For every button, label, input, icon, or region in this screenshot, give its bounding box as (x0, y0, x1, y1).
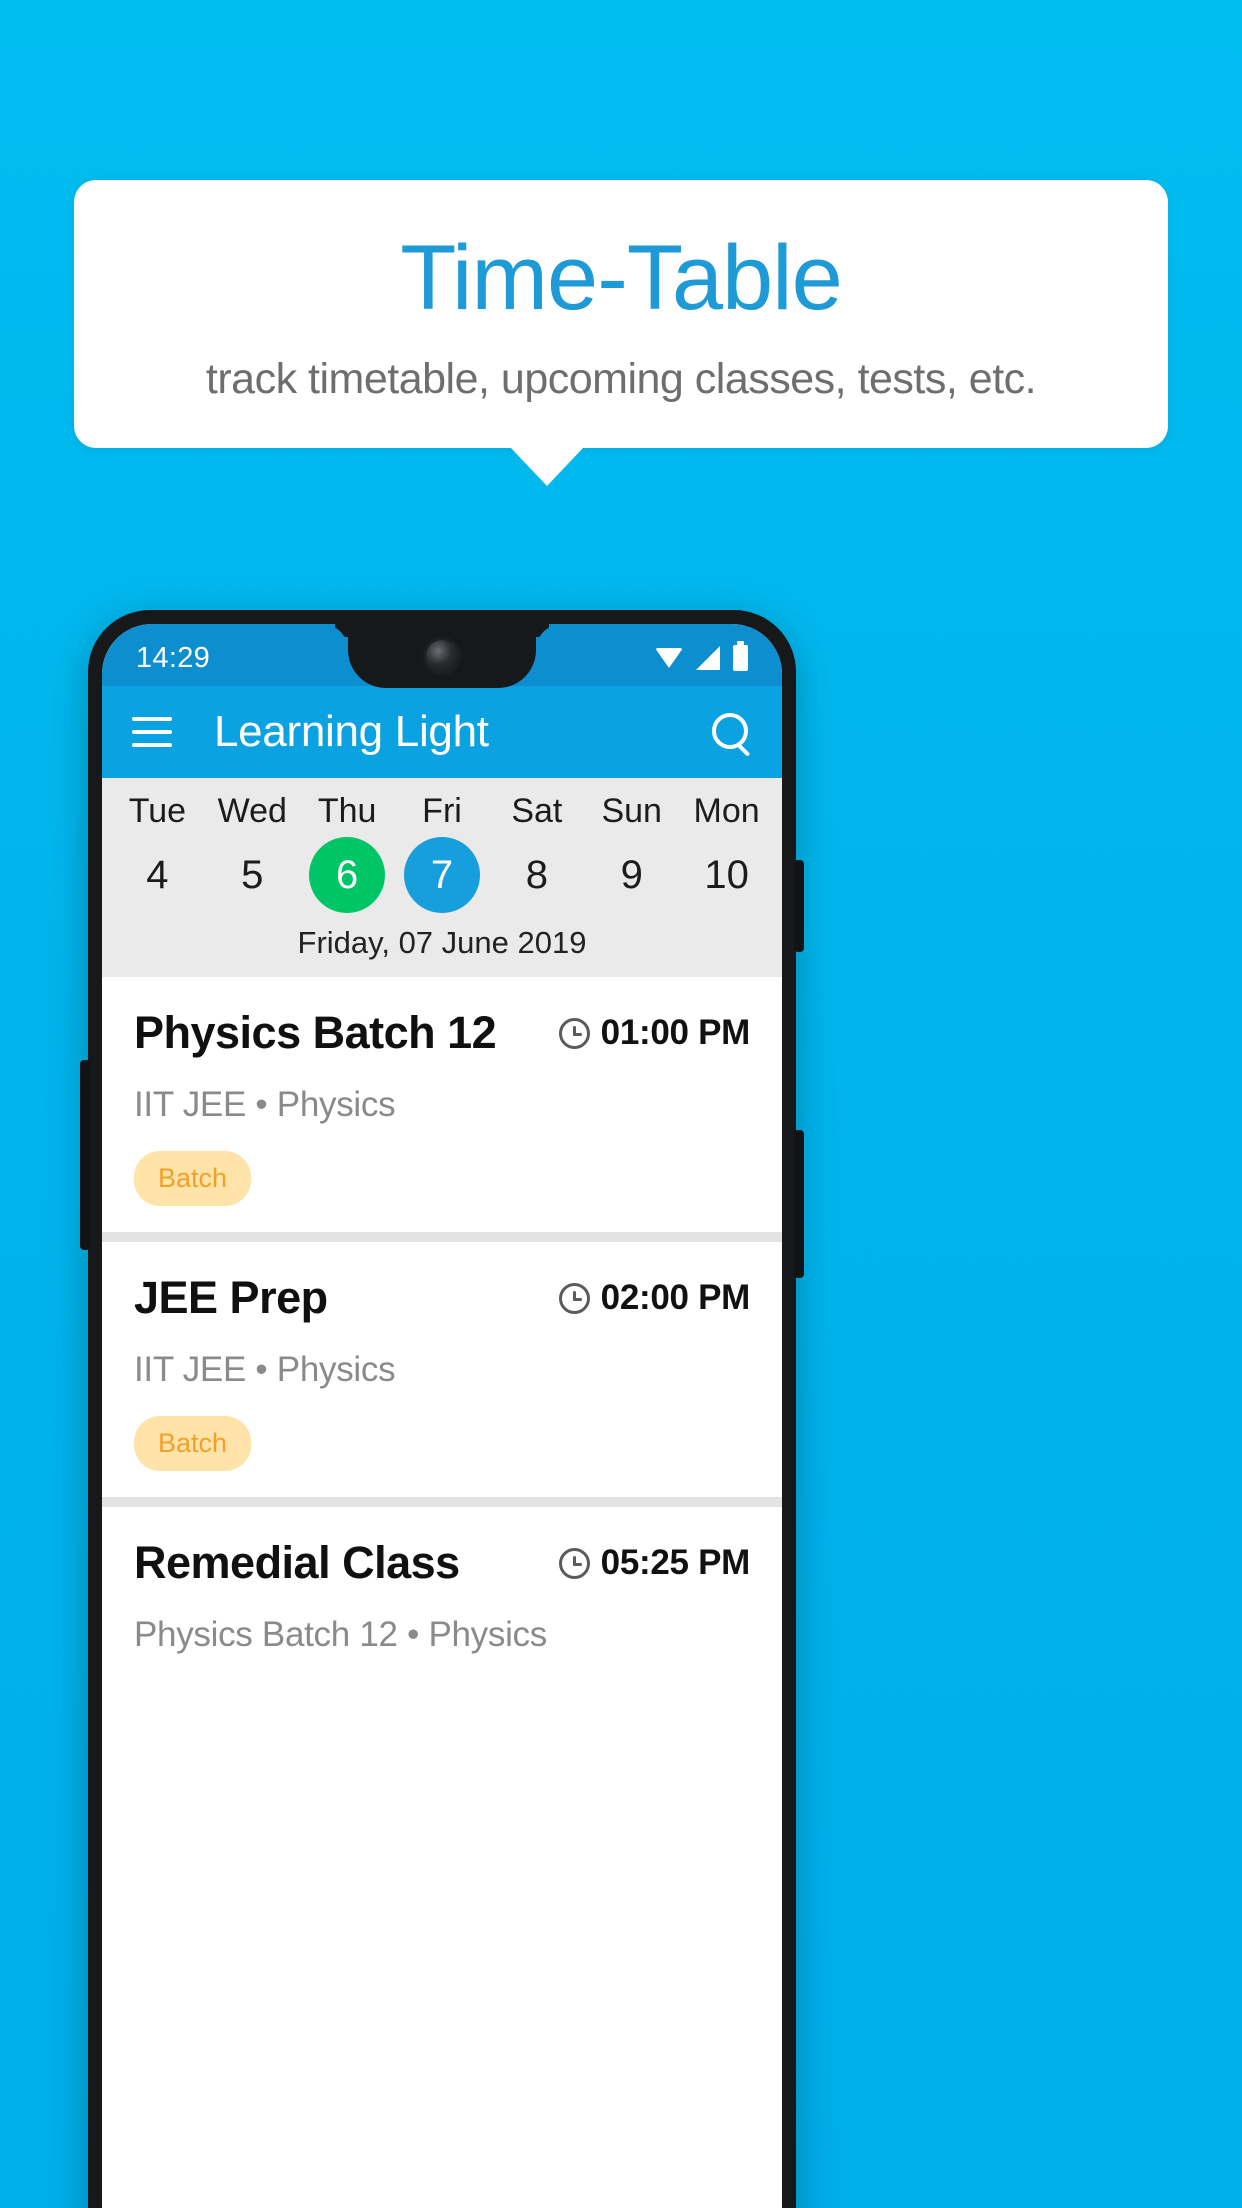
day-name: Thu (317, 792, 377, 830)
class-subtitle: Physics Batch 12 • Physics (134, 1615, 547, 1654)
promo-title: Time-Table (400, 227, 843, 329)
class-time: 01:00 PM (600, 1013, 751, 1052)
class-title: JEE Prep (134, 1272, 328, 1323)
day-number: 10 (704, 852, 749, 897)
day-cell-tue[interactable]: Tue 4 (110, 792, 205, 913)
app-title: Learning Light (214, 707, 489, 756)
class-list: Physics Batch 12 01:00 PM IIT JEE • Phys… (102, 977, 782, 1681)
phone-screen: 14:29 Learning Light Tue 4 Wed 5 Thu 6 F… (102, 624, 782, 2208)
class-card[interactable]: Remedial Class 05:25 PM Physics Batch 12… (102, 1507, 782, 1681)
selected-date-label: Friday, 07 June 2019 (297, 925, 587, 960)
phone-side-button (794, 1130, 804, 1278)
class-card-header: Remedial Class 05:25 PM (134, 1537, 750, 1589)
class-time: 05:25 PM (600, 1543, 751, 1582)
day-cell-mon[interactable]: Mon 10 (679, 792, 774, 913)
clock-icon (558, 1547, 590, 1579)
day-name: Tue (128, 792, 187, 830)
clock-icon (558, 1017, 590, 1049)
day-number-selected: 7 (404, 837, 480, 913)
class-time-group: 01:00 PM (558, 1007, 751, 1053)
day-name: Mon (693, 792, 760, 830)
class-title: Physics Batch 12 (134, 1007, 497, 1058)
phone-power-button (794, 860, 804, 952)
day-name: Fri (422, 792, 462, 830)
day-name: Wed (217, 792, 287, 830)
status-icons (655, 641, 748, 671)
battery-icon (733, 641, 748, 671)
bubble-tail (511, 448, 583, 487)
class-time-group: 05:25 PM (558, 1537, 751, 1583)
class-title: Remedial Class (134, 1537, 460, 1588)
days-row: Tue 4 Wed 5 Thu 6 Fri 7 Sat 8 Sun 9 Mon … (102, 792, 782, 913)
day-number: 4 (146, 852, 169, 897)
promo-subtitle: track timetable, upcoming classes, tests… (205, 355, 1037, 404)
day-number: 5 (241, 852, 264, 897)
status-badge: Batch (134, 1416, 252, 1471)
day-number: 9 (620, 852, 643, 897)
day-name: Sun (601, 792, 662, 830)
day-cell-sun[interactable]: Sun 9 (584, 792, 679, 913)
class-subtitle: IIT JEE • Physics (134, 1085, 396, 1124)
class-time-group: 02:00 PM (558, 1272, 751, 1318)
class-card-header: Physics Batch 12 01:00 PM (134, 1007, 750, 1059)
day-number-today: 6 (309, 837, 386, 913)
signal-icon (696, 646, 720, 670)
class-card[interactable]: JEE Prep 02:00 PM IIT JEE • Physics Batc… (102, 1242, 782, 1497)
class-subtitle: IIT JEE • Physics (134, 1350, 396, 1389)
day-cell-fri[interactable]: Fri 7 (395, 792, 490, 913)
class-card[interactable]: Physics Batch 12 01:00 PM IIT JEE • Phys… (102, 977, 782, 1232)
status-badge: Batch (134, 1151, 252, 1206)
day-name: Sat (511, 792, 563, 830)
day-cell-sat[interactable]: Sat 8 (489, 792, 584, 913)
promo-card: Time-Table track timetable, upcoming cla… (74, 180, 1168, 449)
day-cell-thu[interactable]: Thu 6 (300, 792, 395, 913)
day-number: 8 (525, 852, 548, 897)
class-time: 02:00 PM (600, 1278, 751, 1317)
status-bar: 14:29 (102, 624, 782, 688)
class-card-header: JEE Prep 02:00 PM (134, 1272, 750, 1324)
search-icon[interactable] (710, 711, 752, 753)
phone-volume-button (80, 1060, 90, 1250)
app-bar: Learning Light (102, 686, 782, 778)
wifi-icon (655, 648, 683, 668)
phone-mockup: 14:29 Learning Light Tue 4 Wed 5 Thu 6 F… (80, 610, 804, 2208)
status-time: 14:29 (136, 641, 211, 674)
clock-icon (558, 1282, 590, 1314)
promo-bubble: Time-Table track timetable, upcoming cla… (74, 180, 1168, 487)
hamburger-menu-icon[interactable] (132, 717, 172, 747)
date-strip: Tue 4 Wed 5 Thu 6 Fri 7 Sat 8 Sun 9 Mon … (102, 778, 782, 977)
front-camera-icon (426, 640, 458, 672)
day-cell-wed[interactable]: Wed 5 (205, 792, 300, 913)
